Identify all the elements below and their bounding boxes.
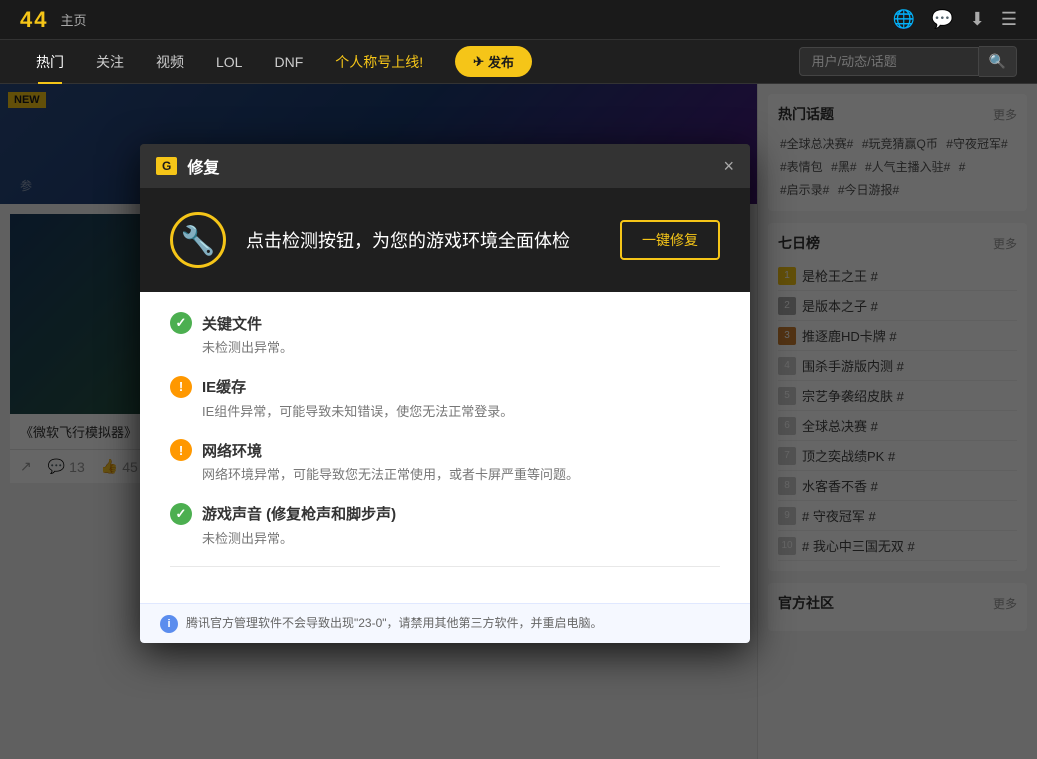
nav-item-lol[interactable]: LOL	[200, 40, 258, 84]
nav-item-video[interactable]: 视频	[140, 40, 200, 84]
modal-logo: G	[156, 157, 177, 175]
publish-label: 发布	[488, 52, 514, 71]
check-key-file: ✓ 关键文件 未检测出异常。	[170, 312, 720, 358]
modal-banner: 🔧 点击检测按钮，为您的游戏环境全面体检 一键修复	[140, 188, 750, 292]
check-key-file-header: ✓ 关键文件	[170, 312, 720, 334]
search-button[interactable]: 🔍	[979, 46, 1017, 77]
modal-header: G 修复 ×	[140, 144, 750, 188]
top-bar-icons: 🌐 💬 ⬇ ☰	[893, 9, 1017, 30]
check-warning-icon-1: !	[170, 376, 192, 398]
nav-personal[interactable]: 个人称号上线!	[319, 52, 439, 72]
check-ie-cache: ! IE缓存 IE组件异常，可能导致未知错误，使您无法正常登录。	[170, 376, 720, 422]
nav-item-hot[interactable]: 热门	[20, 40, 80, 84]
modal-header-left: G 修复	[156, 154, 219, 178]
globe-icon[interactable]: 🌐	[893, 9, 915, 30]
search-input[interactable]	[799, 47, 979, 76]
nav-search: 🔍	[799, 46, 1017, 77]
modal-title: 修复	[187, 154, 219, 178]
check-ie-cache-desc: IE组件异常，可能导致未知错误，使您无法正常登录。	[202, 402, 720, 422]
check-warning-icon-2: !	[170, 439, 192, 461]
modal-body: ✓ 关键文件 未检测出异常。 ! IE缓存 IE组件异常，可能导致未知错误，使您…	[140, 292, 750, 603]
modal-info-text: 腾讯官方管理软件不会导致出现"23-0"，请禁用其他第三方软件，并重启电脑。	[186, 614, 603, 632]
modal-close-button[interactable]: ×	[723, 157, 734, 175]
modal-overlay: G 修复 × 🔧 点击检测按钮，为您的游戏环境全面体检 一键修复 ✓ 关键文件	[0, 84, 1037, 759]
menu-icon[interactable]: ☰	[1001, 9, 1017, 30]
home-label[interactable]: 主页	[60, 10, 86, 29]
nav-item-dnf[interactable]: DNF	[258, 40, 319, 84]
check-game-sound-header: ✓ 游戏声音 (修复枪声和脚步声)	[170, 503, 720, 525]
check-ie-cache-name: IE缓存	[202, 376, 246, 397]
logo: 44	[20, 7, 48, 33]
modal-divider	[170, 566, 720, 567]
check-game-sound-desc: 未检测出异常。	[202, 529, 720, 549]
publish-button[interactable]: ✈ 发布	[455, 46, 532, 77]
check-network-header: ! 网络环境	[170, 439, 720, 461]
repair-button[interactable]: 一键修复	[620, 220, 720, 260]
repair-modal: G 修复 × 🔧 点击检测按钮，为您的游戏环境全面体检 一键修复 ✓ 关键文件	[140, 144, 750, 643]
check-key-file-name: 关键文件	[202, 313, 262, 334]
check-network-desc: 网络环境异常，可能导致您无法正常使用，或者卡屏严重等问题。	[202, 465, 720, 485]
chat-icon[interactable]: 💬	[931, 9, 953, 30]
check-game-sound-name: 游戏声音 (修复枪声和脚步声)	[202, 503, 396, 524]
nav-bar: 热门 关注 视频 LOL DNF 个人称号上线! ✈ 发布 🔍	[0, 40, 1037, 84]
top-bar: 44 主页 🌐 💬 ⬇ ☰	[0, 0, 1037, 40]
check-ie-cache-header: ! IE缓存	[170, 376, 720, 398]
modal-info-bar: i 腾讯官方管理软件不会导致出现"23-0"，请禁用其他第三方软件，并重启电脑。	[140, 603, 750, 643]
check-network: ! 网络环境 网络环境异常，可能导致您无法正常使用，或者卡屏严重等问题。	[170, 439, 720, 485]
download-icon[interactable]: ⬇	[970, 9, 985, 30]
modal-banner-text: 点击检测按钮，为您的游戏环境全面体检	[246, 227, 600, 253]
publish-icon: ✈	[473, 54, 484, 70]
check-success-icon-2: ✓	[170, 503, 192, 525]
check-game-sound: ✓ 游戏声音 (修复枪声和脚步声) 未检测出异常。	[170, 503, 720, 549]
check-success-icon-1: ✓	[170, 312, 192, 334]
check-network-name: 网络环境	[202, 440, 262, 461]
main-area: NEW 参 tAta Microsoft Flight Simulator is…	[0, 84, 1037, 759]
check-key-file-desc: 未检测出异常。	[202, 338, 720, 358]
nav-item-follow[interactable]: 关注	[80, 40, 140, 84]
info-icon: i	[160, 615, 178, 633]
wrench-icon: 🔧	[170, 212, 226, 268]
